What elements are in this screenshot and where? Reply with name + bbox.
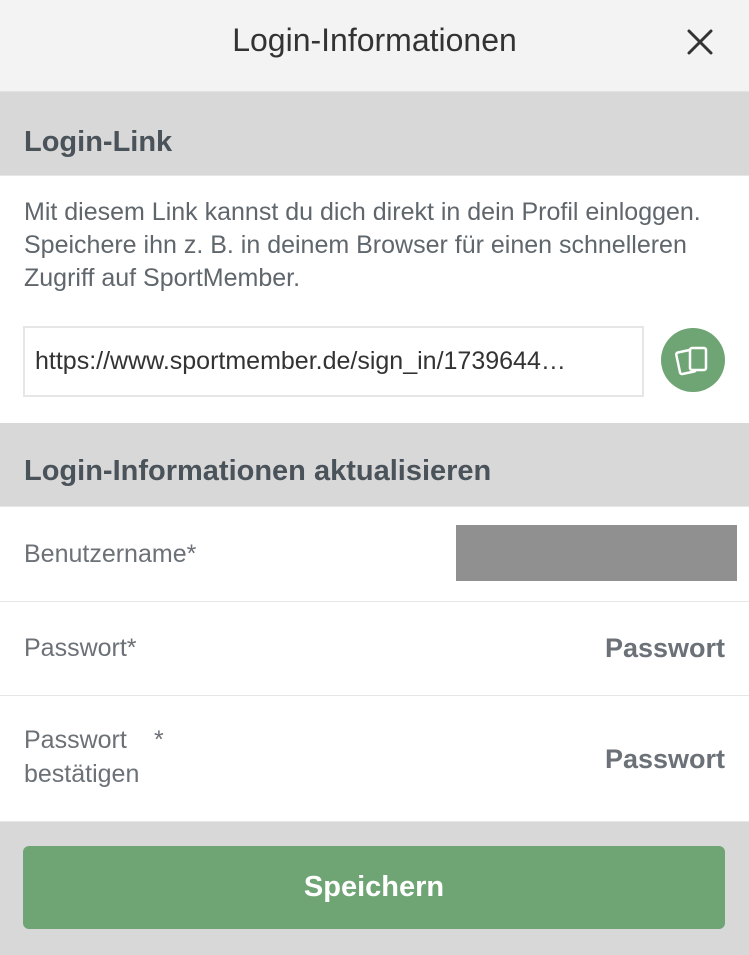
login-link-description: Mit diesem Link kannst du dich direkt in… xyxy=(24,198,701,292)
confirm-password-row: Passwort * bestätigen Passwort xyxy=(0,696,749,822)
update-section-title: Login-Informationen aktualisieren xyxy=(24,455,492,487)
login-link-field[interactable]: https://www.sportmember.de/sign_in/17396… xyxy=(23,326,644,397)
password-field[interactable]: Passwort xyxy=(605,633,725,664)
confirm-password-field[interactable]: Passwort xyxy=(605,744,725,775)
confirm-password-required-star: * xyxy=(154,726,164,754)
username-label: Benutzername* xyxy=(24,540,197,568)
save-button[interactable]: Speichern xyxy=(23,846,725,929)
modal-title: Login-Informationen xyxy=(232,22,517,58)
login-link-section-header: Login-Link xyxy=(0,92,749,176)
confirm-password-label-line1: Passwort xyxy=(24,726,127,754)
username-field[interactable] xyxy=(456,525,737,581)
close-icon[interactable] xyxy=(687,29,713,55)
login-info-modal: Login-Informationen Login-Link Mit diese… xyxy=(0,0,749,955)
password-label: Passwort* xyxy=(24,634,137,662)
modal-footer: Speichern xyxy=(0,822,749,955)
copy-icon xyxy=(675,346,708,376)
login-link-section-title: Login-Link xyxy=(24,126,173,158)
copy-link-button[interactable] xyxy=(661,328,725,392)
update-section-header: Login-Informationen aktualisieren xyxy=(0,423,749,507)
username-row: Benutzername* xyxy=(0,507,749,602)
modal-header: Login-Informationen xyxy=(0,0,749,92)
confirm-password-label-line2: bestätigen xyxy=(24,760,140,788)
password-row: Passwort* Passwort xyxy=(0,602,749,696)
